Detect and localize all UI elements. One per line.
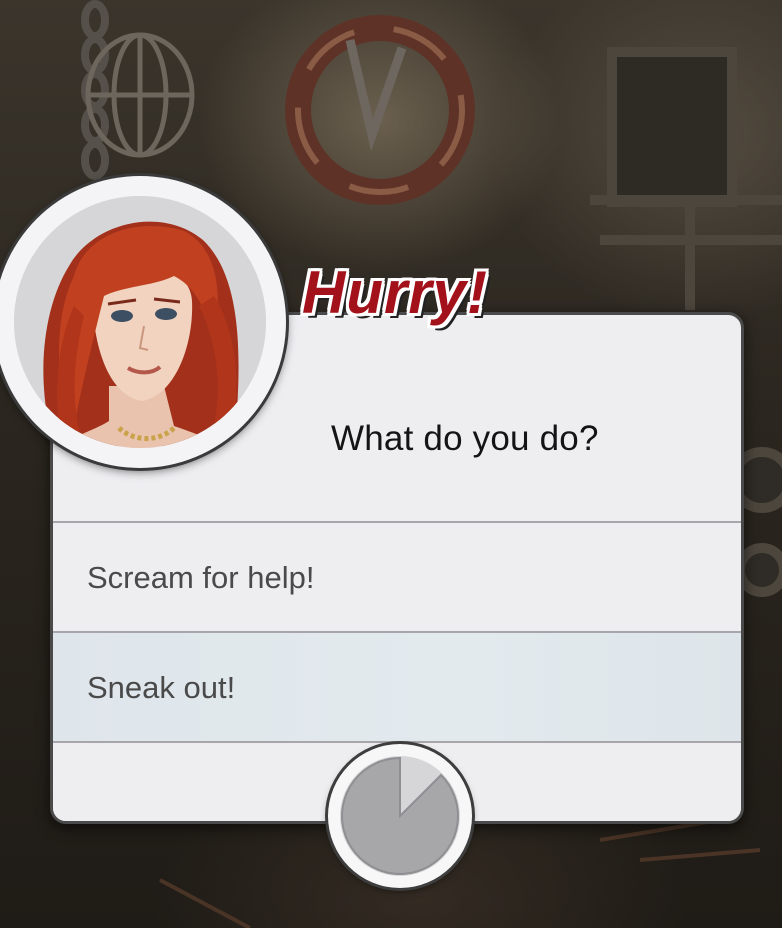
countdown-pie-timer-icon: [340, 756, 460, 876]
hurry-heading: Hurry!: [302, 259, 489, 326]
wall-lamp-decoration: [85, 32, 195, 158]
choice-option-scream[interactable]: Scream for help!: [53, 521, 741, 631]
choice-option-label: Sneak out!: [87, 670, 236, 705]
question-text: What do you do?: [331, 419, 599, 458]
choice-option-label: Scream for help!: [87, 560, 315, 595]
countdown-timer: [328, 744, 472, 888]
character-portrait-icon: [14, 196, 266, 448]
choice-option-sneak[interactable]: Sneak out!: [53, 631, 741, 741]
life-ring-decoration: [285, 15, 475, 205]
